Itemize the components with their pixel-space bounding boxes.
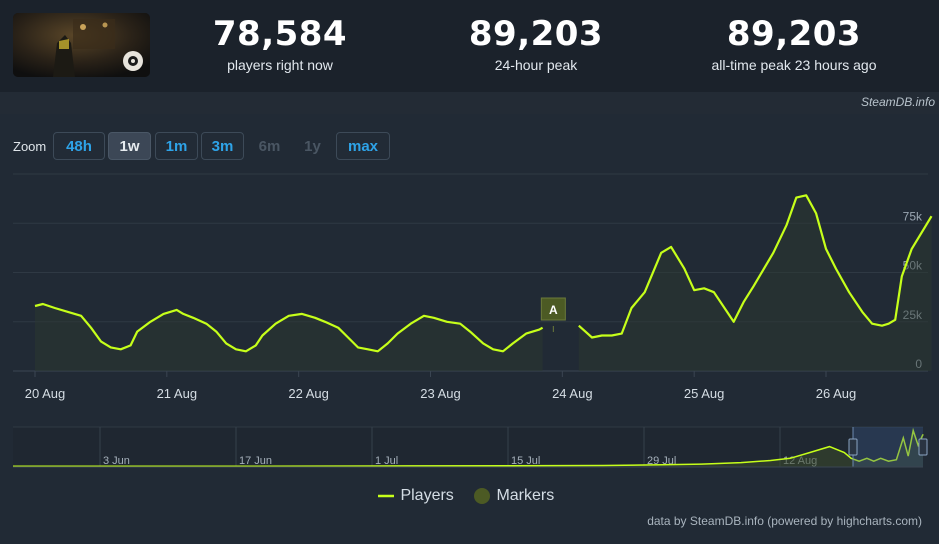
current-players-label: players right now xyxy=(227,57,333,73)
stat-24h-peak: 89,203 24-hour peak xyxy=(456,14,616,73)
x-tick-label: 25 Aug xyxy=(684,386,725,401)
stat-all-time-peak: 89,203 all-time peak 23 hours ago xyxy=(684,14,904,73)
navigator-selected-range xyxy=(853,427,923,467)
x-tick-label: 24 Aug xyxy=(552,386,593,401)
all-time-peak-label: all-time peak 23 hours ago xyxy=(711,57,877,73)
x-tick-label: 22 Aug xyxy=(288,386,329,401)
y-tick-label: 75k xyxy=(903,209,923,223)
x-tick-label: 21 Aug xyxy=(157,386,198,401)
stats-header: 78,584 players right now 89,203 24-hour … xyxy=(0,0,939,92)
legend-line-icon xyxy=(378,494,394,498)
navigator-handle-left xyxy=(848,438,858,456)
player-count-chart[interactable]: 025k50k75kA20 Aug 21 Aug 22 Aug 23 Aug 24 Au… xyxy=(0,114,939,544)
legend-item-markers[interactable]: Markers xyxy=(474,487,554,505)
game-thumbnail[interactable] xyxy=(13,13,150,77)
24h-peak-label: 24-hour peak xyxy=(494,57,578,73)
navigator-tick-label: 3 Jun xyxy=(103,455,130,467)
players-area-0 xyxy=(35,304,543,371)
steamdb-credit-bottom[interactable]: data by SteamDB.info (powered by highcha… xyxy=(647,514,922,528)
header-stripe xyxy=(0,92,939,114)
current-players-value: 78,584 xyxy=(212,14,348,54)
x-tick-label: 20 Aug xyxy=(25,386,66,401)
legend-label-markers: Markers xyxy=(496,487,555,504)
legend-label-players: Players xyxy=(400,487,454,504)
x-tick-label: 23 Aug xyxy=(420,386,461,401)
24h-peak-value: 89,203 xyxy=(468,14,604,54)
legend-item-players[interactable]: Players xyxy=(378,487,454,505)
game-thumbnail-image xyxy=(13,13,150,77)
steamdb-credit-top[interactable]: SteamDB.info xyxy=(861,95,935,109)
marker-flag-label: A xyxy=(549,303,558,317)
navigator-handle-right xyxy=(918,438,928,456)
legend-marker-icon xyxy=(474,487,490,504)
navigator-tick-label: 17 Jun xyxy=(239,455,272,467)
stat-current-players: 78,584 players right now xyxy=(200,14,360,73)
x-tick-label: 26 Aug xyxy=(816,386,857,401)
marker-flag-A: A xyxy=(540,297,566,321)
all-time-peak-value: 89,203 xyxy=(726,14,862,54)
